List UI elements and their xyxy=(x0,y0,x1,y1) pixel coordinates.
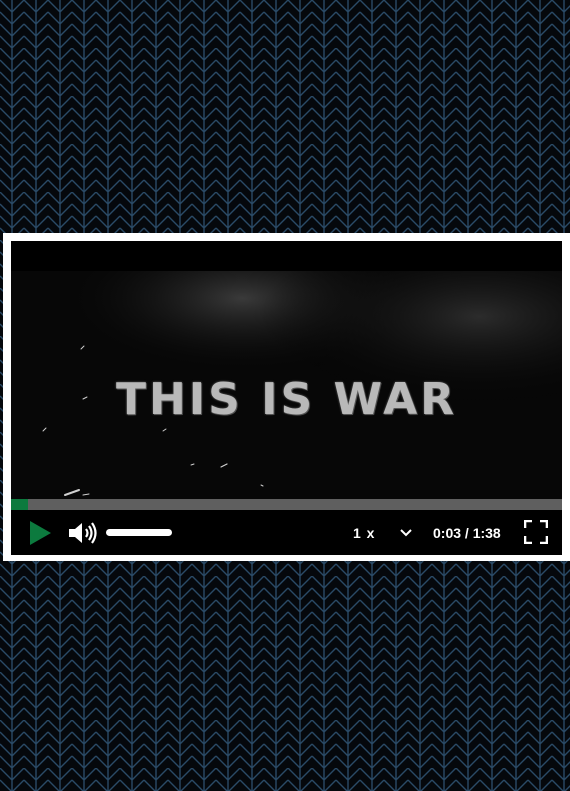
playback-speed-select[interactable]: 1 x xyxy=(343,522,423,544)
time-display: 0:03 / 1:38 xyxy=(433,525,501,541)
playback-speed-value: 1 x xyxy=(353,525,376,541)
video-viewport[interactable]: THIS IS WAR 1 x 0:03 / 1:38 xyxy=(11,241,562,555)
video-player: THIS IS WAR 1 x 0:03 / 1:38 xyxy=(3,233,570,561)
volume-slider[interactable] xyxy=(106,526,172,538)
chevron-down-icon xyxy=(400,529,412,537)
volume-level xyxy=(106,529,172,536)
fullscreen-icon xyxy=(524,520,548,544)
play-icon xyxy=(30,521,51,545)
play-button[interactable] xyxy=(25,518,55,548)
progress-bar[interactable] xyxy=(11,499,562,510)
progress-fill xyxy=(11,499,29,510)
fullscreen-button[interactable] xyxy=(523,519,549,545)
video-title-text: THIS IS WAR xyxy=(115,374,458,425)
control-bar: 1 x 0:03 / 1:38 xyxy=(11,510,562,555)
volume-button[interactable] xyxy=(67,518,101,548)
volume-icon xyxy=(69,522,97,544)
